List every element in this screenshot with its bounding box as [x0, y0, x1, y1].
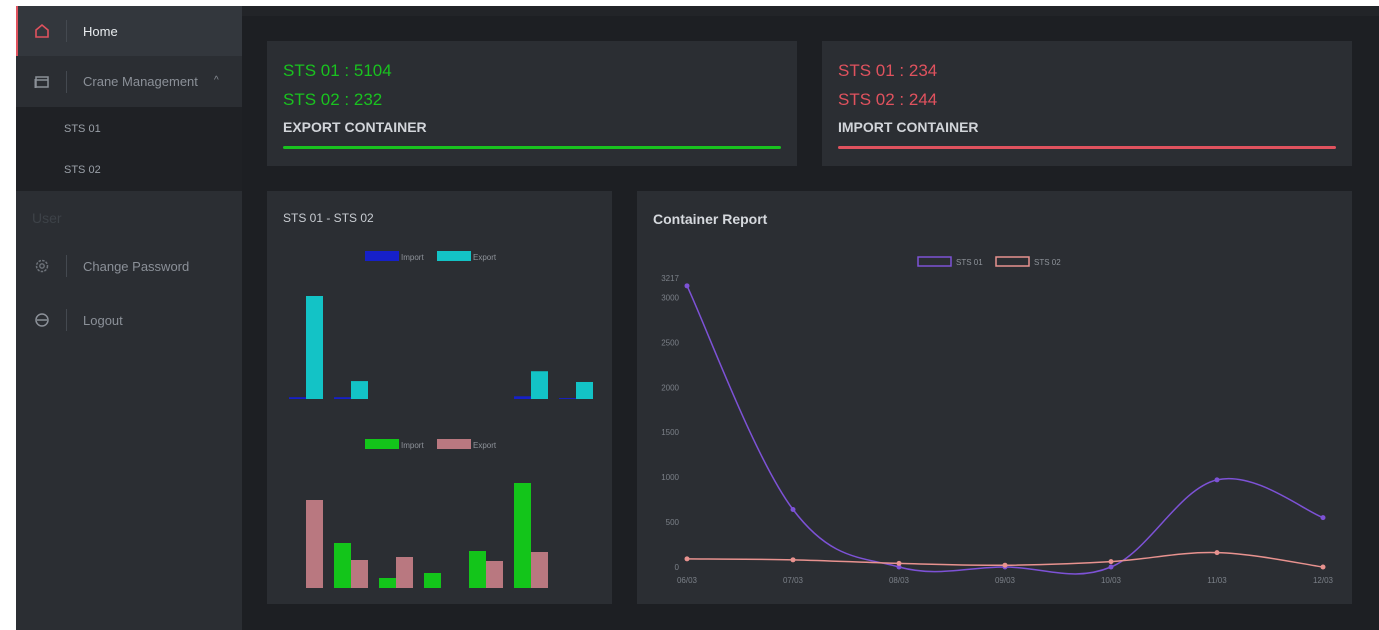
bar-export — [351, 560, 368, 588]
line-chart-svg: STS 01 STS 02 0 500 1000 1500 2000 2500 3000 3217… — [661, 256, 1334, 585]
main-header-strip — [242, 6, 1379, 16]
bar-chart-panel: STS 01 - STS 02 Import Export Import Export — [267, 191, 612, 604]
legend-swatch-import — [365, 439, 399, 449]
legend-label: STS 02 — [1034, 258, 1061, 267]
user-section-title: User — [32, 210, 62, 226]
export-sts02-value: STS 02 : 232 — [283, 90, 383, 109]
export-progress-bar — [283, 146, 781, 149]
sidebar-item-crane-management[interactable]: Crane Management ^ — [16, 56, 242, 107]
bar-import — [469, 551, 486, 588]
legend-label: STS 01 — [956, 258, 983, 267]
import-container-card: STS 01 : 234 STS 02 : 244 IMPORT CONTAIN… — [822, 41, 1352, 166]
legend-label: Import — [401, 253, 424, 262]
data-point-sts02 — [790, 557, 796, 563]
bar-export — [576, 381, 593, 399]
export-card-title: EXPORT CONTAINER — [283, 119, 427, 135]
settings-icon — [30, 254, 54, 278]
sidebar-item-logout[interactable]: Logout — [16, 295, 242, 345]
legend-swatch-sts02 — [995, 256, 1030, 267]
data-point-sts01 — [1108, 564, 1114, 570]
data-point-sts01 — [1214, 477, 1220, 483]
x-tick-label: 06/03 — [677, 576, 698, 585]
bar-import — [289, 397, 306, 399]
x-tick-label: 11/03 — [1207, 576, 1227, 585]
main-content: STS 01 : 5104 STS 02 : 232 EXPORT CONTAI… — [242, 6, 1379, 630]
legend-label: Import — [401, 441, 424, 450]
x-tick-label: 10/03 — [1101, 576, 1122, 585]
import-progress-bar — [838, 146, 1336, 149]
legend-label: Export — [473, 253, 497, 262]
y-tick-label: 0 — [675, 563, 680, 572]
data-point-sts02 — [1108, 559, 1114, 565]
legend-swatch-sts01 — [917, 256, 952, 267]
legend-swatch-import — [365, 251, 399, 261]
y-tick-label: 3217 — [661, 274, 679, 283]
import-sts02-value: STS 02 : 244 — [838, 90, 938, 109]
line-chart-panel: Container Report STS 01 STS 02 0 500 1000 150… — [637, 191, 1352, 604]
bar-import — [334, 543, 351, 588]
y-tick-label: 3000 — [661, 293, 679, 302]
bar-import — [514, 396, 531, 399]
home-icon — [30, 19, 54, 43]
nav-divider — [66, 70, 67, 93]
y-tick-label: 500 — [666, 518, 680, 527]
sidebar: Home Crane Management ^ STS 01 STS 02 Us… — [16, 6, 244, 630]
data-point-sts01 — [1320, 515, 1326, 521]
bar-import — [424, 573, 441, 588]
nav-divider — [66, 20, 67, 42]
bar-export — [531, 371, 548, 399]
legend-swatch-export — [437, 439, 471, 449]
y-tick-label: 2000 — [661, 383, 679, 392]
x-tick-label: 07/03 — [783, 576, 804, 585]
bar-export — [486, 561, 503, 588]
y-tick-label: 1000 — [661, 473, 679, 482]
bar-import — [334, 397, 351, 399]
bar-import — [559, 398, 576, 399]
data-point-sts02 — [684, 556, 690, 562]
sidebar-item-label: Change Password — [83, 258, 190, 274]
bar-export — [351, 381, 368, 399]
app-window: Home Crane Management ^ STS 01 STS 02 Us… — [16, 6, 1379, 630]
import-card-title: IMPORT CONTAINER — [838, 119, 979, 135]
chevron-up-icon: ^ — [214, 75, 219, 86]
bar-export — [306, 296, 323, 399]
export-container-card: STS 01 : 5104 STS 02 : 232 EXPORT CONTAI… — [267, 41, 797, 166]
data-point-sts02 — [1002, 562, 1008, 568]
y-tick-label: 2500 — [661, 338, 679, 347]
bar-charts-svg: Import Export Import Export — [289, 251, 593, 588]
data-point-sts01 — [790, 507, 796, 513]
x-tick-label: 08/03 — [889, 576, 910, 585]
series-line-sts01 — [686, 285, 1324, 575]
data-point-sts02 — [1320, 564, 1326, 570]
data-point-sts01 — [684, 283, 690, 289]
bar-import — [379, 578, 396, 588]
sidebar-subitem-sts02[interactable]: STS 02 — [64, 164, 101, 176]
logout-icon — [30, 308, 54, 332]
y-tick-label: 1500 — [661, 428, 679, 437]
import-sts01-value: STS 01 : 234 — [838, 61, 938, 80]
bar-export — [531, 552, 548, 588]
x-tick-label: 09/03 — [995, 576, 1016, 585]
bar-import — [514, 483, 531, 588]
sidebar-subitem-sts01[interactable]: STS 01 — [64, 123, 101, 135]
sidebar-item-change-password[interactable]: Change Password — [16, 241, 242, 291]
x-tick-label: 12/03 — [1313, 576, 1334, 585]
export-sts01-value: STS 01 : 5104 — [283, 61, 392, 80]
sidebar-item-label: Logout — [83, 312, 123, 328]
nav-divider — [66, 255, 67, 277]
bar-export — [396, 557, 413, 588]
legend-label: Export — [473, 441, 497, 450]
crane-submenu: STS 01 STS 02 — [16, 107, 242, 191]
nav-divider — [66, 309, 67, 331]
data-point-sts02 — [896, 560, 902, 566]
window-icon — [30, 70, 54, 94]
sidebar-item-label: Home — [83, 23, 118, 39]
legend-swatch-export — [437, 251, 471, 261]
bar-export — [306, 500, 323, 588]
sidebar-item-label: Crane Management — [83, 74, 198, 89]
sidebar-item-home[interactable]: Home — [16, 6, 244, 56]
data-point-sts02 — [1214, 550, 1220, 556]
